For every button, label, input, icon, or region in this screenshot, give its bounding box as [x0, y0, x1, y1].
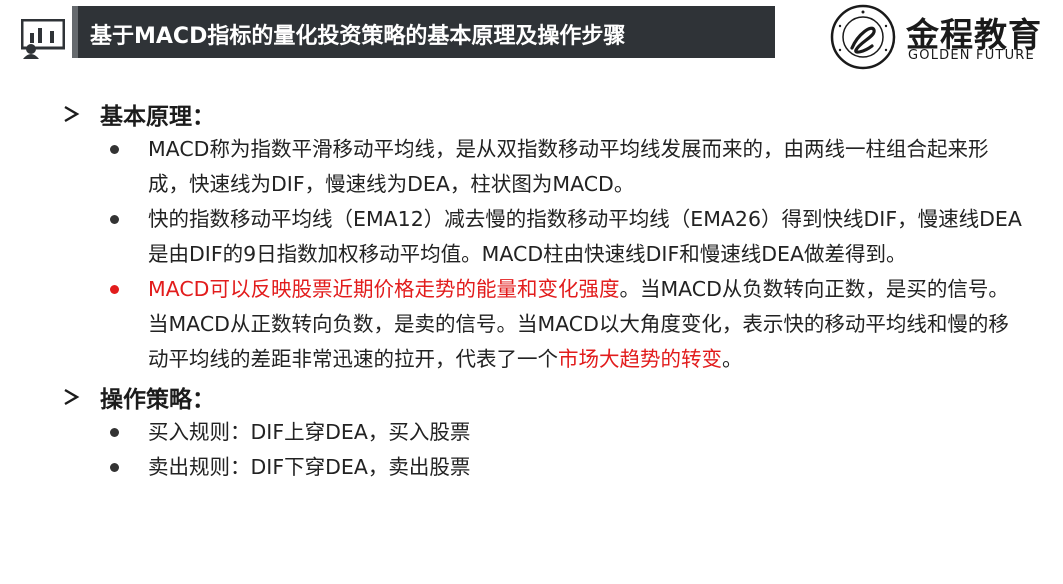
chevron-right-icon — [64, 105, 80, 123]
brand-name-en: GOLDEN FUTURE — [908, 48, 1035, 63]
chevron-right-icon — [64, 388, 80, 406]
section-title-text: 基本原理： — [100, 104, 215, 130]
golden-future-seal-icon — [830, 4, 896, 70]
section-title-text: 操作策略： — [100, 387, 215, 413]
item-text: 卖出规则：DIF下穿DEA，卖出股票 — [148, 455, 471, 479]
list-item: 买入规则：DIF上穿DEA，买入股票 — [62, 415, 1022, 450]
item-text: 。 — [722, 347, 743, 371]
bullet-dot-icon — [110, 463, 119, 472]
section-principles: 基本原理： MACD称为指数平滑移动平均线，是从双指数移动平均线发展而来的，由两… — [62, 96, 1022, 377]
section-heading: 基本原理： — [62, 96, 1022, 132]
item-text: 买入规则：DIF上穿DEA，买入股票 — [148, 420, 471, 444]
list-item: MACD称为指数平滑移动平均线，是从双指数移动平均线发展而来的，由两线一柱组合起… — [62, 132, 1022, 202]
slide-content: 基本原理： MACD称为指数平滑移动平均线，是从双指数移动平均线发展而来的，由两… — [62, 96, 1022, 485]
brand-logo: 金程教育 GOLDEN FUTURE — [828, 4, 1058, 70]
section-heading: 操作策略： — [62, 379, 1022, 415]
list-item: MACD可以反映股票近期价格走势的能量和变化强度。当MACD从负数转向正数，是买… — [62, 272, 1022, 377]
bullet-dot-icon — [110, 428, 119, 437]
bullet-dot-icon — [110, 215, 119, 224]
bullet-dot-icon — [110, 145, 119, 154]
list-item: 快的指数移动平均线（EMA12）减去慢的指数移动平均线（EMA26）得到快线DI… — [62, 202, 1022, 272]
item-text: MACD称为指数平滑移动平均线，是从双指数移动平均线发展而来的，由两线一柱组合起… — [148, 137, 989, 196]
slide-title: 基于MACD指标的量化投资策略的基本原理及操作步骤 — [90, 24, 626, 49]
bullet-dot-icon — [110, 285, 119, 294]
presentation-board-icon — [21, 19, 65, 59]
highlight-text: MACD可以反映股票近期价格走势的能量和变化强度 — [148, 277, 620, 301]
title-bar: 基于MACD指标的量化投资策略的基本原理及操作步骤 — [72, 6, 775, 58]
list-item: 卖出规则：DIF下穿DEA，卖出股票 — [62, 450, 1022, 485]
bullet-list: 买入规则：DIF上穿DEA，买入股票 卖出规则：DIF下穿DEA，卖出股票 — [62, 415, 1022, 485]
item-text: 快的指数移动平均线（EMA12）减去慢的指数移动平均线（EMA26）得到快线DI… — [148, 207, 1022, 266]
section-strategy: 操作策略： 买入规则：DIF上穿DEA，买入股票 卖出规则：DIF下穿DEA，卖… — [62, 379, 1022, 485]
slide-header: 基于MACD指标的量化投资策略的基本原理及操作步骤 金程教育 GOLDEN FU… — [0, 0, 1063, 72]
highlight-text: 市场大趋势的转变 — [558, 347, 722, 371]
bullet-list: MACD称为指数平滑移动平均线，是从双指数移动平均线发展而来的，由两线一柱组合起… — [62, 132, 1022, 377]
